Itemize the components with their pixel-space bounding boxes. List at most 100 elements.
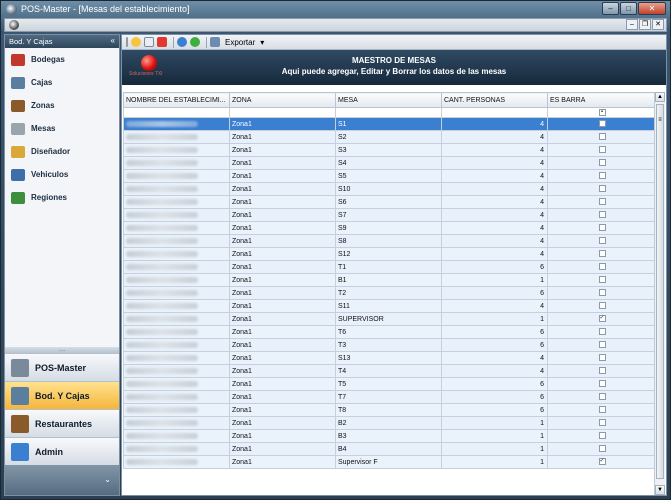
- zona-cell[interactable]: Zona1: [229, 182, 336, 196]
- es-barra-checkbox[interactable]: [598, 146, 606, 154]
- es-barra-checkbox[interactable]: [598, 328, 606, 336]
- es-barra-cell[interactable]: [547, 247, 654, 261]
- mesa-cell[interactable]: SUPERVISOR: [335, 312, 442, 326]
- mesa-cell[interactable]: S4: [335, 156, 442, 170]
- nav-pane-footer[interactable]: ⌄: [5, 465, 119, 495]
- table-row[interactable]: Zona1 T1 6: [123, 260, 654, 274]
- zona-cell[interactable]: Zona1: [229, 117, 336, 131]
- filter-cell[interactable]: [441, 107, 548, 118]
- zona-cell[interactable]: Zona1: [229, 351, 336, 365]
- personas-cell[interactable]: 1: [441, 442, 548, 456]
- es-barra-cell[interactable]: [547, 143, 654, 157]
- personas-cell[interactable]: 4: [441, 234, 548, 248]
- zona-cell[interactable]: Zona1: [229, 247, 336, 261]
- export-button[interactable]: Exportar: [225, 38, 255, 47]
- es-barra-checkbox[interactable]: ✓: [598, 315, 606, 323]
- es-barra-cell[interactable]: [547, 364, 654, 378]
- zona-cell[interactable]: Zona1: [229, 312, 336, 326]
- column-header[interactable]: CANT. PERSONAS: [441, 92, 548, 108]
- es-barra-cell[interactable]: [547, 416, 654, 430]
- personas-cell[interactable]: 6: [441, 338, 548, 352]
- personas-cell[interactable]: 4: [441, 117, 548, 131]
- personas-cell[interactable]: 4: [441, 364, 548, 378]
- zona-cell[interactable]: Zona1: [229, 130, 336, 144]
- personas-cell[interactable]: 1: [441, 273, 548, 287]
- personas-cell[interactable]: 4: [441, 208, 548, 222]
- zona-cell[interactable]: Zona1: [229, 403, 336, 417]
- table-row[interactable]: Zona1 S9 4: [123, 221, 654, 235]
- app-icon[interactable]: [6, 4, 17, 15]
- es-barra-cell[interactable]: [547, 208, 654, 222]
- establishment-cell[interactable]: [123, 247, 230, 261]
- table-row[interactable]: Zona1 SUPERVISOR 1 ✓: [123, 312, 654, 326]
- establishment-cell[interactable]: [123, 351, 230, 365]
- es-barra-cell[interactable]: [547, 195, 654, 209]
- mesa-cell[interactable]: S7: [335, 208, 442, 222]
- nav-item-cajas[interactable]: Cajas: [5, 71, 119, 94]
- table-row[interactable]: Zona1 B4 1: [123, 442, 654, 456]
- table-row[interactable]: Zona1 T7 6: [123, 390, 654, 404]
- table-row[interactable]: Zona1 S10 4: [123, 182, 654, 196]
- zona-cell[interactable]: Zona1: [229, 455, 336, 469]
- establishment-cell[interactable]: [123, 416, 230, 430]
- es-barra-checkbox[interactable]: [598, 263, 606, 271]
- filter-checkbox[interactable]: ▪: [598, 108, 606, 116]
- es-barra-checkbox[interactable]: [598, 302, 606, 310]
- es-barra-cell[interactable]: [547, 182, 654, 196]
- zona-cell[interactable]: Zona1: [229, 143, 336, 157]
- establishment-cell[interactable]: [123, 182, 230, 196]
- mesa-cell[interactable]: S9: [335, 221, 442, 235]
- establishment-cell[interactable]: [123, 390, 230, 404]
- es-barra-checkbox[interactable]: [598, 120, 606, 128]
- title-bar[interactable]: POS-Master - [Mesas del establecimiento]…: [1, 1, 670, 18]
- filter-cell[interactable]: ▪: [547, 107, 654, 118]
- edit-icon[interactable]: [144, 37, 154, 47]
- establishment-cell[interactable]: [123, 234, 230, 248]
- column-header[interactable]: MESA: [335, 92, 442, 108]
- table-row[interactable]: Zona1 B2 1: [123, 416, 654, 430]
- minimize-button[interactable]: –: [602, 2, 619, 15]
- personas-cell[interactable]: 6: [441, 260, 548, 274]
- mesa-cell[interactable]: S13: [335, 351, 442, 365]
- module-restaurantes[interactable]: Restaurantes: [5, 409, 119, 437]
- personas-cell[interactable]: 1: [441, 455, 548, 469]
- nav-item-mesas[interactable]: Mesas: [5, 117, 119, 140]
- es-barra-checkbox[interactable]: [598, 289, 606, 297]
- personas-cell[interactable]: 6: [441, 325, 548, 339]
- collapse-pane-icon[interactable]: «: [111, 36, 115, 45]
- establishment-cell[interactable]: [123, 273, 230, 287]
- export-dropdown-arrow[interactable]: ▾: [260, 38, 264, 47]
- filter-cell[interactable]: [335, 107, 442, 118]
- establishment-cell[interactable]: [123, 455, 230, 469]
- table-row[interactable]: Zona1 S7 4: [123, 208, 654, 222]
- zona-cell[interactable]: Zona1: [229, 416, 336, 430]
- es-barra-checkbox[interactable]: [598, 224, 606, 232]
- personas-cell[interactable]: 1: [441, 429, 548, 443]
- zona-cell[interactable]: Zona1: [229, 299, 336, 313]
- es-barra-cell[interactable]: [547, 117, 654, 131]
- es-barra-cell[interactable]: [547, 442, 654, 456]
- es-barra-cell[interactable]: [547, 299, 654, 313]
- zona-cell[interactable]: Zona1: [229, 260, 336, 274]
- es-barra-checkbox[interactable]: [598, 380, 606, 388]
- close-button[interactable]: ✕: [638, 2, 666, 15]
- establishment-cell[interactable]: [123, 338, 230, 352]
- table-row[interactable]: Zona1 S3 4: [123, 143, 654, 157]
- establishment-cell[interactable]: [123, 325, 230, 339]
- mesa-cell[interactable]: S10: [335, 182, 442, 196]
- mesa-cell[interactable]: S5: [335, 169, 442, 183]
- es-barra-checkbox[interactable]: [598, 250, 606, 258]
- es-barra-cell[interactable]: ✓: [547, 312, 654, 326]
- mesa-cell[interactable]: T7: [335, 390, 442, 404]
- table-row[interactable]: Zona1 S4 4: [123, 156, 654, 170]
- table-row[interactable]: Zona1 S11 4: [123, 299, 654, 313]
- zona-cell[interactable]: Zona1: [229, 442, 336, 456]
- table-row[interactable]: Zona1 Supervisor F 1 ✓: [123, 455, 654, 469]
- mesa-cell[interactable]: T8: [335, 403, 442, 417]
- table-row[interactable]: Zona1 B1 1: [123, 273, 654, 287]
- column-header[interactable]: ES BARRA: [547, 92, 654, 108]
- es-barra-checkbox[interactable]: [598, 419, 606, 427]
- nav-item-bodegas[interactable]: Bodegas: [5, 48, 119, 71]
- personas-cell[interactable]: 6: [441, 390, 548, 404]
- es-barra-cell[interactable]: [547, 221, 654, 235]
